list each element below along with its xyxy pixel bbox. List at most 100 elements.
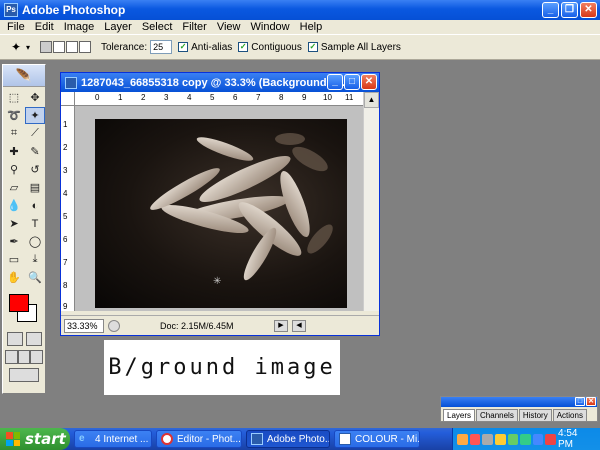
photoshop-icon [251,433,263,445]
tray-icon[interactable] [469,433,481,445]
healing-brush-icon[interactable]: ✚ [4,143,24,160]
tray-icon[interactable] [457,433,468,445]
doc-maximize-button[interactable]: □ [344,74,360,90]
antialias-checkbox[interactable]: ✓ Anti-alias [178,42,232,53]
selection-mode-group [40,41,91,53]
screen-mode-full-button[interactable] [17,350,31,364]
tray-icon[interactable] [507,433,519,445]
menu-help[interactable]: Help [295,21,328,33]
minimize-button[interactable]: _ [542,2,559,18]
zoom-tool-icon[interactable]: 🔍 [25,269,45,286]
speaker-icon[interactable] [482,433,493,445]
menu-edit[interactable]: Edit [30,21,59,33]
doc-minimize-button[interactable]: _ [327,74,343,90]
scroll-up-icon[interactable]: ▲ [364,92,379,108]
network-icon[interactable] [520,433,531,445]
app-title: Adobe Photoshop [22,3,126,17]
menu-file[interactable]: File [2,21,30,33]
flower-photo[interactable]: ✳ [95,119,347,308]
color-swatches [3,290,45,330]
crop-tool-icon[interactable]: ⌗ [4,125,24,142]
caption-label: B/ground image [104,340,340,395]
tab-actions[interactable]: Actions [552,409,587,421]
contiguous-checkbox[interactable]: ✓ Contiguous [238,42,302,53]
menu-bar: File Edit Image Layer Select Filter View… [0,20,600,34]
standard-mode-button[interactable] [6,332,23,346]
clone-stamp-icon[interactable]: ⚲ [4,161,24,178]
navigator-icon[interactable] [108,319,120,332]
task-colour-word[interactable]: COLOUR - Mi... [334,430,420,448]
options-bar: ✦ ▾ Tolerance: 25 ✓ Anti-alias ✓ Contiguou… [0,34,600,60]
menu-window[interactable]: Window [246,21,295,33]
menu-image[interactable]: Image [59,21,100,33]
palette-close-button[interactable]: ✕ [586,397,596,406]
eraser-tool-icon[interactable]: ▱ [4,179,24,196]
scroll-left-icon[interactable]: ◀ [292,319,306,332]
start-button[interactable]: start [0,428,70,450]
magic-wand-tool-icon[interactable]: ✦ [25,107,45,124]
quick-mask-button[interactable] [25,332,42,346]
task-editor-photo[interactable]: Editor - Phot... [156,430,242,448]
marquee-tool-icon[interactable]: ⬚ [4,89,24,106]
ruler-origin[interactable] [61,92,75,106]
menu-select[interactable]: Select [137,21,178,33]
layers-palette: □ ✕ Layers Channels History Actions [440,396,598,422]
path-select-icon[interactable]: ➤ [4,215,24,232]
slice-tool-icon[interactable]: ⟋ [25,125,45,142]
move-tool-icon[interactable]: ✥ [25,89,45,106]
tray-icon[interactable] [494,433,506,445]
horizontal-ruler[interactable]: 0 1 2 3 4 5 6 7 8 9 10 11 [75,92,365,106]
jump-to-imageready-button[interactable] [9,368,39,382]
notes-tool-icon[interactable]: ▭ [4,251,24,268]
shape-tool-icon[interactable]: ◯ [25,233,45,250]
tab-layers[interactable]: Layers [443,409,476,421]
tray-icon[interactable] [532,433,544,445]
blur-tool-icon[interactable]: 💧 [4,197,24,214]
menu-filter[interactable]: Filter [177,21,211,33]
foreground-color-swatch[interactable] [9,294,29,312]
tab-channels[interactable]: Channels [476,409,518,421]
menu-view[interactable]: View [212,21,246,33]
screen-mode-standard-button[interactable] [5,350,18,364]
doc-close-button[interactable]: ✕ [361,74,377,90]
task-adobe-photoshop[interactable]: Adobe Photo... [246,430,330,448]
doc-size-info: Doc: 2.15M/6.45M [160,320,234,331]
hand-tool-icon[interactable]: ✋ [4,269,24,286]
gradient-tool-icon[interactable]: ▤ [25,179,45,196]
sample-all-layers-checkbox[interactable]: ✓ Sample All Layers [307,42,401,53]
palette-minimize-button[interactable]: □ [575,397,585,406]
vertical-ruler[interactable]: 1 2 3 4 5 6 7 8 9 [61,106,75,311]
ie-icon: e [79,433,85,444]
app-titlebar: Ps Adobe Photoshop _ ❐ ✕ [0,0,600,20]
add-to-selection-button[interactable] [53,41,65,53]
vertical-scrollbar[interactable]: ▲ [363,92,379,311]
task-internet-explorer[interactable]: e 4 Internet ... [74,430,152,448]
new-selection-button[interactable] [40,41,52,53]
toolbox: 🪶 ⬚ ✥ ➰ ✦ ⌗ ⟋ ✚ ✎ ⚲ ↺ ▱ ▤ 💧 ◐ ➤ T ✒ ◯ ▭ … [2,64,46,394]
subtract-selection-button[interactable] [66,41,78,53]
check-icon: ✓ [238,42,249,52]
brush-tool-icon[interactable]: ✎ [25,143,45,160]
status-menu-arrow-icon[interactable]: ▶ [274,319,288,332]
tray-icon[interactable] [545,433,556,445]
system-tray: 4:54 PM [452,428,600,450]
clock[interactable]: 4:54 PM [558,428,594,450]
lasso-tool-icon[interactable]: ➰ [4,107,24,124]
history-brush-icon[interactable]: ↺ [25,161,45,178]
menu-layer[interactable]: Layer [99,21,137,33]
feather-icon[interactable]: 🪶 [3,65,45,87]
zoom-level-field[interactable]: 33.33% [64,318,104,333]
tolerance-input[interactable]: 25 [150,40,173,54]
screen-mode-black-button[interactable] [30,350,44,364]
tab-history[interactable]: History [518,409,552,421]
eyedropper-icon[interactable]: ⤓ [25,251,45,268]
canvas-area[interactable]: ✳ [75,106,365,311]
pen-tool-icon[interactable]: ✒ [4,233,24,250]
magic-wand-preset-icon[interactable]: ✦ [8,39,24,55]
chevron-down-icon[interactable]: ▾ [24,39,32,55]
dodge-tool-icon[interactable]: ◐ [25,197,45,214]
restore-button[interactable]: ❐ [561,2,578,18]
intersect-selection-button[interactable] [79,41,91,53]
close-button[interactable]: ✕ [580,2,597,18]
type-tool-icon[interactable]: T [25,215,45,232]
